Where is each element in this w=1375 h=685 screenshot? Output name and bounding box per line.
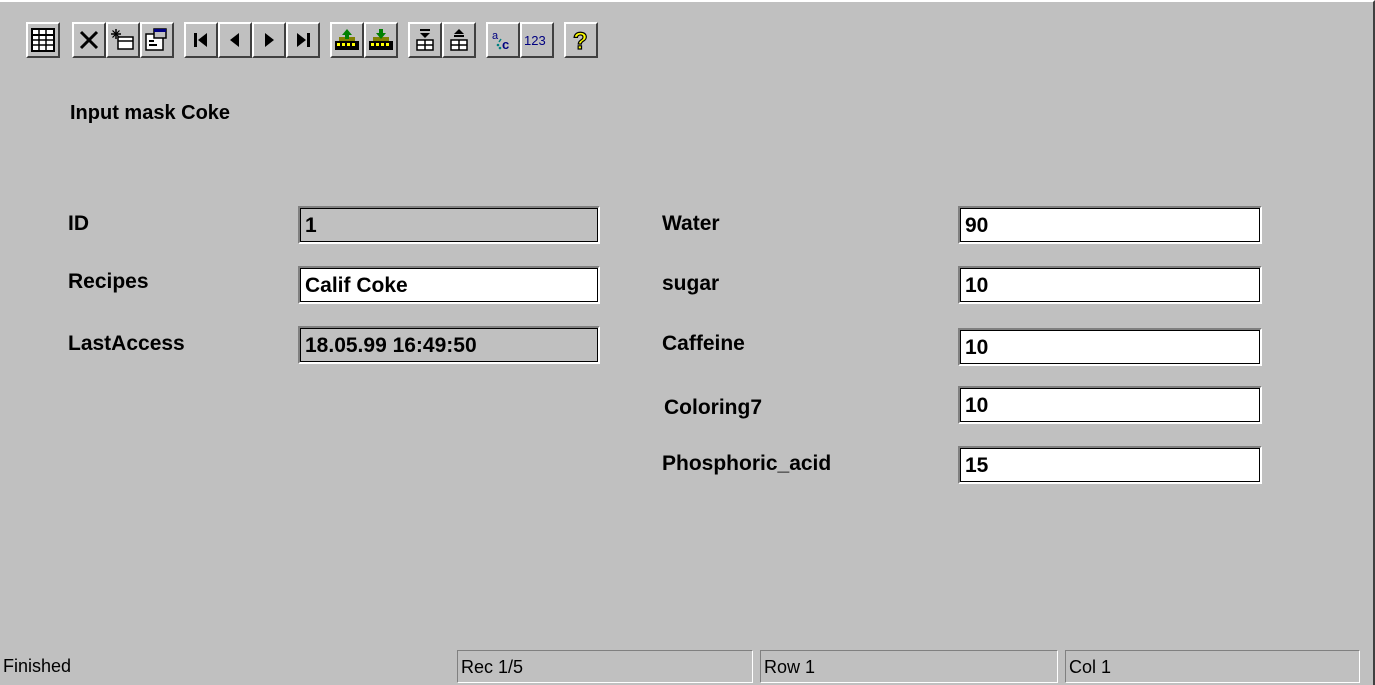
new-record-icon (111, 28, 135, 52)
next-record-button[interactable] (252, 22, 286, 58)
water-label: Water (662, 212, 720, 235)
previous-record-icon (225, 30, 245, 50)
first-record-button[interactable] (184, 22, 218, 58)
caffeine-field[interactable]: 10 (958, 328, 1262, 366)
move-up-button[interactable] (442, 22, 476, 58)
id-label: ID (68, 212, 89, 235)
first-record-icon (191, 30, 211, 50)
status-row: Row 1 (760, 650, 1058, 683)
water-field[interactable]: 90 (958, 206, 1262, 244)
recipes-label: Recipes (68, 270, 149, 293)
move-down-button[interactable] (408, 22, 442, 58)
export-button[interactable] (330, 22, 364, 58)
form-title: Input mask Coke (70, 102, 231, 124)
export-icon (334, 28, 360, 52)
next-record-icon (259, 30, 279, 50)
move-up-icon (448, 28, 470, 52)
delete-button[interactable] (72, 22, 106, 58)
help-icon: ? (570, 27, 592, 53)
properties-button[interactable] (140, 22, 174, 58)
last-record-button[interactable] (286, 22, 320, 58)
delete-icon (78, 29, 100, 51)
help-button[interactable]: ? (564, 22, 598, 58)
sugar-field[interactable]: 10 (958, 266, 1262, 304)
status-bar: Finished Rec 1/5 Row 1 Col 1 (0, 648, 1366, 685)
status-message: Finished (3, 656, 72, 676)
table-view-button[interactable] (26, 22, 60, 58)
properties-icon (145, 28, 169, 52)
text-mode-button[interactable]: a c (486, 22, 520, 58)
phosphoric-acid-label: Phosphoric_acid (662, 452, 832, 475)
last-record-icon (293, 30, 313, 50)
lastaccess-label: LastAccess (68, 332, 185, 355)
numeric-mode-icon: 123 (523, 28, 551, 52)
svg-text:?: ? (573, 28, 588, 53)
coloring7-label: Coloring7 (664, 396, 762, 419)
coloring7-field[interactable]: 10 (958, 386, 1262, 424)
move-down-icon (414, 28, 436, 52)
table-view-icon (31, 28, 55, 52)
sugar-label: sugar (662, 272, 720, 295)
svg-text:c: c (502, 37, 509, 52)
recipes-field[interactable]: Calif Coke (298, 266, 600, 304)
previous-record-button[interactable] (218, 22, 252, 58)
status-col: Col 1 (1065, 650, 1360, 683)
id-field[interactable]: 1 (298, 206, 600, 244)
new-record-button[interactable] (106, 22, 140, 58)
text-mode-icon: a c (490, 28, 516, 52)
import-button[interactable] (364, 22, 398, 58)
status-record: Rec 1/5 (457, 650, 753, 683)
numeric-mode-button[interactable]: 123 (520, 22, 554, 58)
svg-text:a: a (492, 30, 499, 42)
svg-text:123: 123 (524, 33, 546, 48)
caffeine-label: Caffeine (662, 332, 745, 355)
phosphoric-acid-field[interactable]: 15 (958, 446, 1262, 484)
import-icon (368, 28, 394, 52)
lastaccess-field[interactable]: 18.05.99 16:49:50 (298, 326, 600, 364)
